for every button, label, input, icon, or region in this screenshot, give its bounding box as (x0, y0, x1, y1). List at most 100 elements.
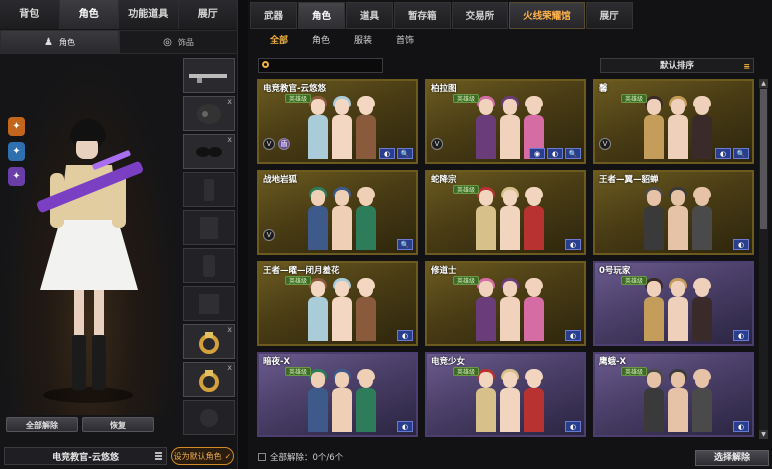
unlock-all-button[interactable]: 全部解除 (6, 417, 78, 432)
figure-head (671, 372, 685, 388)
equip-icon[interactable]: ◐ (565, 239, 581, 250)
search-input[interactable] (258, 58, 383, 73)
preview-icon[interactable]: 🔍 (733, 148, 749, 159)
character-figure (499, 93, 521, 159)
preview-icon[interactable]: 🔍 (397, 148, 413, 159)
figure-head (647, 99, 661, 115)
character-card[interactable]: 王者—翼—貂蝉 ◐ (593, 170, 754, 255)
tab-items[interactable]: 道具 (346, 2, 394, 29)
slot-empty-1[interactable] (183, 172, 235, 207)
scroll-up-icon[interactable]: ▲ (759, 79, 768, 88)
character-card[interactable]: 暗夜-X 英雄级 ◐ (257, 352, 418, 437)
tab-character[interactable]: 角色 (59, 0, 119, 29)
set-default-character-button[interactable]: 设为默认角色 ✓ (171, 447, 234, 465)
slot-helmet[interactable]: x (183, 96, 235, 131)
figure-body (308, 115, 328, 159)
preview-icon[interactable]: 🔍 (397, 239, 413, 250)
orange-badge-icon[interactable]: ✦ (8, 117, 25, 136)
character-figure (691, 93, 713, 159)
equip-icon[interactable]: ◐ (565, 330, 581, 341)
figure-head (335, 372, 349, 388)
slot-empty-5[interactable] (183, 400, 235, 435)
figure-head (527, 99, 541, 115)
slot-ring-2[interactable]: x (183, 362, 235, 397)
character-card[interactable]: 0号玩家 英雄级 ◐ (593, 261, 754, 346)
search-icon (262, 61, 269, 68)
rarity-badge: 英雄级 (621, 367, 648, 376)
restore-button[interactable]: 恢复 (82, 417, 154, 432)
character-card[interactable]: 电竞教官-云悠悠 英雄级 V 盾 ◐ 🔍 (257, 79, 418, 164)
equip-icon[interactable]: ◐ (397, 421, 413, 432)
figure-head (671, 281, 685, 297)
figure-head (479, 372, 493, 388)
remove-icon[interactable]: x (227, 363, 232, 372)
equip-icon[interactable]: ◐ (733, 421, 749, 432)
scroll-down-icon[interactable]: ▼ (759, 430, 768, 439)
subtab-accessory[interactable]: ◎ 饰品 (119, 30, 238, 54)
equip-icon[interactable]: ◐ (379, 148, 395, 159)
figure-body (524, 206, 544, 250)
slot-empty-2[interactable] (183, 210, 235, 245)
vip-badge-icon: 盾 (278, 138, 290, 150)
list-icon[interactable] (155, 452, 162, 460)
character-card[interactable]: 战地岩狐 V 🔍 (257, 170, 418, 255)
category-all[interactable]: 全部 (258, 32, 300, 50)
tab-exhibition[interactable]: 展厅 (585, 2, 633, 29)
remove-icon[interactable]: x (227, 325, 232, 334)
select-unlock-button[interactable]: 选择解除 (695, 450, 769, 466)
slot-glasses[interactable]: x (183, 134, 235, 169)
figure-body (476, 115, 496, 159)
remove-icon[interactable]: x (227, 135, 232, 144)
character-card[interactable]: 修道士 英雄级 ◐ (425, 261, 586, 346)
tab-weapons[interactable]: 武器 (250, 2, 298, 29)
equip-icon[interactable]: ◉ (529, 148, 545, 159)
equip-icon[interactable]: ◐ (715, 148, 731, 159)
character-card[interactable]: 电竞少女 英雄级 ◐ (425, 352, 586, 437)
scrollbar[interactable]: ▲ ▼ (759, 79, 768, 439)
slot-weapon[interactable] (183, 58, 235, 93)
figure-body (356, 388, 376, 432)
equip-icon[interactable]: ◐ (397, 330, 413, 341)
category-jewelry[interactable]: 首饰 (384, 32, 426, 50)
tab-showroom[interactable]: 展厅 (178, 0, 238, 29)
current-character-name[interactable]: 电竞教官-云悠悠 (4, 447, 167, 465)
sort-dropdown[interactable]: 默认排序 ≡ (600, 58, 754, 73)
equip-icon[interactable]: ◐ (733, 330, 749, 341)
category-character[interactable]: 角色 (300, 32, 342, 50)
tab-characters[interactable]: 角色 (298, 2, 346, 29)
rarity-badge: 英雄级 (285, 94, 312, 103)
tab-honor-hall[interactable]: 火线荣耀馆 (509, 2, 585, 29)
card-actions: ◐ (733, 421, 749, 432)
character-card[interactable]: 柏拉图 英雄级 V ◉ ◐ 🔍 (425, 79, 586, 164)
subtab-character[interactable]: ♟ 角色 (0, 30, 119, 54)
tab-backpack[interactable]: 背包 (0, 0, 60, 29)
slot-ring-1[interactable]: x (183, 324, 235, 359)
tab-function-items[interactable]: 功能道具 (119, 0, 179, 29)
tab-storage[interactable]: 暂存箱 (394, 2, 451, 29)
equip-icon[interactable]: ◐ (565, 421, 581, 432)
purple-badge-icon[interactable]: ✦ (8, 167, 25, 186)
character-card[interactable]: 馨英雄级 V ◐ 🔍 (593, 79, 754, 164)
preview-icon[interactable]: 🔍 (565, 148, 581, 159)
goggles-icon (196, 146, 222, 157)
character-preview[interactable]: ✦ ✦ ✦ (0, 55, 180, 415)
category-clothing[interactable]: 服装 (342, 32, 384, 50)
equip-icon[interactable]: ◐ (547, 148, 563, 159)
figure-body (644, 206, 664, 250)
remove-icon[interactable]: x (227, 97, 232, 106)
slot-empty-3[interactable] (183, 248, 235, 283)
slot-empty-4[interactable] (183, 286, 235, 321)
character-card[interactable]: 王者—曜—闭月羞花 英雄级 ◐ (257, 261, 418, 346)
tab-exchange[interactable]: 交易所 (451, 2, 509, 29)
character-card[interactable]: 鹰蛾-X 英雄级 ◐ (593, 352, 754, 437)
card-title: 0号玩家 (599, 266, 631, 276)
checkbox-icon[interactable] (258, 453, 266, 461)
character-figure (499, 184, 521, 250)
character-model (37, 119, 143, 403)
blue-badge-icon[interactable]: ✦ (8, 142, 25, 161)
scroll-thumb[interactable] (760, 89, 767, 229)
figure-body (308, 206, 328, 250)
equip-icon[interactable]: ◐ (733, 239, 749, 250)
placeholder-icon (200, 408, 218, 427)
character-card[interactable]: 蛇降宗 英雄级 ◐ (425, 170, 586, 255)
